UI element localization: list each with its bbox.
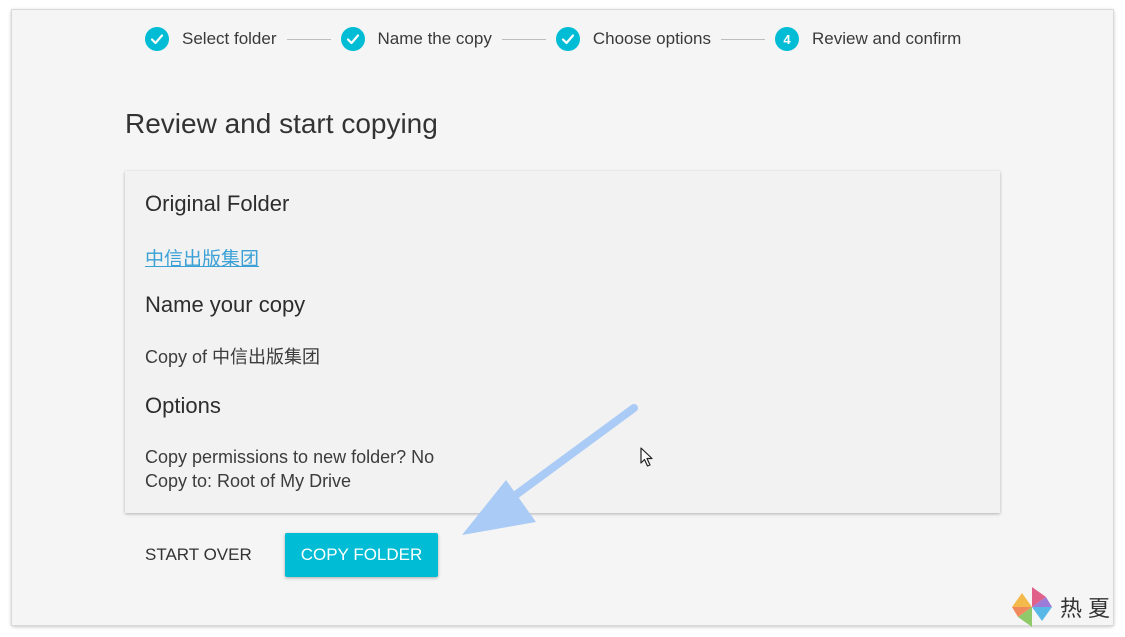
step-connector: [720, 38, 765, 40]
start-over-button[interactable]: START OVER: [132, 537, 265, 573]
copy-folder-button[interactable]: COPY FOLDER: [285, 533, 438, 577]
pinwheel-logo-icon: [1012, 587, 1052, 627]
step-number: 4: [774, 27, 799, 51]
step-label: Name the copy: [377, 29, 492, 48]
step-label: Review and confirm: [811, 29, 962, 48]
step-connector: [286, 38, 331, 40]
step-choose-options[interactable]: Choose options: [555, 27, 711, 51]
step-review-confirm[interactable]: 4 Review and confirm: [774, 27, 962, 51]
stepper: Select folder Name the copy Choose optio…: [145, 25, 961, 53]
page-title: Review and start copying: [125, 108, 438, 139]
watermark-text: 热夏: [1060, 597, 1117, 622]
step-connector: [501, 38, 546, 40]
annotation-arrow-icon: [462, 404, 638, 535]
original-folder-heading: Original Folder: [145, 191, 290, 216]
step-label: Choose options: [592, 29, 711, 48]
step-label: Select folder: [182, 29, 277, 48]
original-folder-link[interactable]: 中信出版集团: [145, 244, 259, 271]
app-window: Select folder Name the copy Choose optio…: [12, 10, 1113, 625]
check-icon: [145, 27, 169, 51]
check-icon: [340, 27, 365, 51]
step-select-folder[interactable]: Select folder: [145, 27, 277, 51]
copy-name-value: Copy of 中信出版集团: [145, 347, 321, 367]
step-name-copy[interactable]: Name the copy: [340, 27, 492, 51]
check-icon: [555, 27, 580, 51]
permissions-option: Copy permissions to new folder? No: [145, 447, 435, 467]
mouse-pointer-icon: [640, 447, 653, 467]
destination-option: Copy to: Root of My Drive: [145, 471, 352, 491]
watermark: 热夏: [1010, 585, 1116, 629]
options-heading: Options: [145, 393, 221, 418]
name-copy-heading: Name your copy: [145, 292, 306, 317]
